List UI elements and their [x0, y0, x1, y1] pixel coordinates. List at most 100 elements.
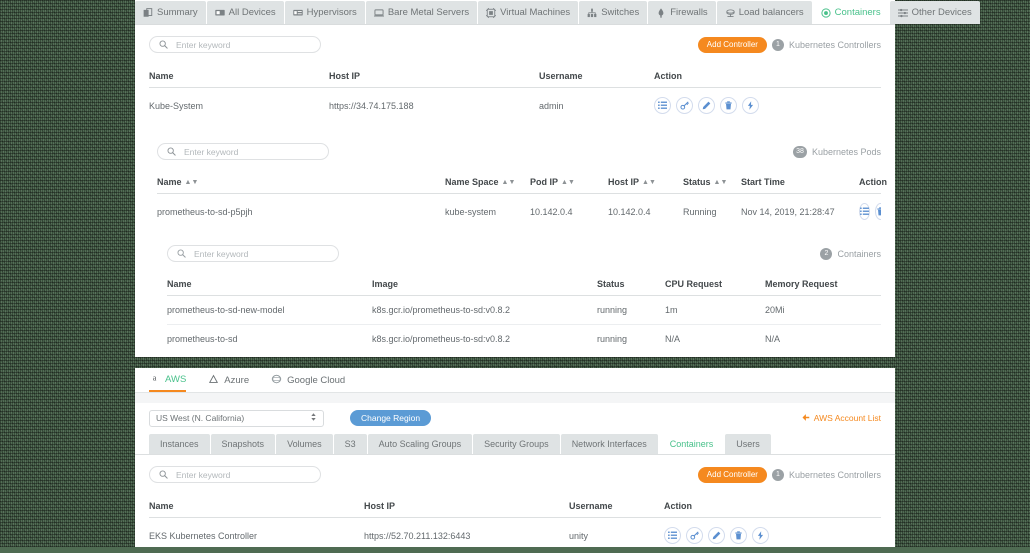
cell-status: Running — [683, 194, 741, 230]
region-select[interactable]: US West (N. California) — [149, 410, 324, 427]
list-action-button[interactable] — [859, 203, 870, 220]
delete-action-button[interactable] — [875, 203, 881, 220]
aws-tab-security-groups[interactable]: Security Groups — [473, 434, 560, 454]
nav-tab-label: Hypervisors — [307, 8, 357, 18]
nav-tab-load-balancers[interactable]: Load balancers — [717, 1, 812, 24]
search-icon — [167, 143, 176, 161]
column-header-label: Start Time — [741, 177, 785, 187]
list-icon — [860, 207, 869, 216]
aws-tab-s3[interactable]: S3 — [334, 434, 367, 454]
nav-tab-other-devices[interactable]: Other Devices — [890, 1, 980, 24]
change-region-button[interactable]: Change Region — [350, 410, 431, 427]
aws-account-list-link[interactable]: AWS Account List — [801, 413, 881, 424]
aws-resource-tabs[interactable]: InstancesSnapshotsVolumesS3 Auto Scaling … — [135, 433, 895, 455]
pods-searchbox[interactable] — [157, 143, 329, 160]
aws-controllers-searchbox[interactable] — [149, 466, 321, 483]
column-header-host-ip[interactable]: Host IP▲▼ — [608, 170, 683, 194]
aws-tab-label: Users — [736, 439, 760, 449]
nav-tab-all-devices[interactable]: All Devices — [207, 1, 284, 24]
nav-tab-hypervisors[interactable]: Hypervisors — [285, 1, 365, 24]
table-row: prometheus-to-sdk8s.gcr.io/prometheus-to… — [167, 325, 881, 354]
column-header-name: Name — [167, 272, 372, 296]
aws-tab-volumes[interactable]: Volumes — [276, 434, 333, 454]
cloud-tab-google-cloud[interactable]: Google Cloud — [271, 368, 345, 392]
aws-controllers-search-input[interactable] — [174, 469, 311, 481]
cell-cpu-request: N/A — [665, 325, 765, 354]
connect-action-button[interactable] — [742, 97, 759, 114]
arrow-left-icon — [801, 413, 810, 424]
connect-action-button[interactable] — [752, 527, 769, 544]
key-action-button[interactable] — [686, 527, 703, 544]
aws-tab-auto-scaling-groups[interactable]: Auto Scaling Groups — [368, 434, 473, 454]
nav-tab-label: Containers — [835, 8, 881, 18]
containers-searchbox[interactable] — [167, 245, 339, 262]
column-header-action: Action — [664, 494, 881, 518]
column-header-host-ip: Host IP — [329, 64, 539, 88]
pods-meta: 38 Kubernetes Pods — [793, 146, 881, 158]
nav-tab-bare-metal-servers[interactable]: Bare Metal Servers — [366, 1, 477, 24]
column-header-label: Image — [372, 279, 398, 289]
pods-search-input[interactable] — [182, 146, 319, 158]
nav-tab-summary[interactable]: Summary — [135, 1, 206, 24]
connect-icon — [746, 101, 755, 110]
aws-tab-instances[interactable]: Instances — [149, 434, 210, 454]
connect-icon — [756, 531, 765, 540]
column-header-name-space[interactable]: Name Space▲▼ — [445, 170, 530, 194]
cell-host-ip: https://52.70.211.132:6443 — [364, 518, 569, 553]
controllers-search-input[interactable] — [174, 39, 311, 51]
aws-tab-containers[interactable]: Containers — [659, 434, 725, 454]
controllers-searchbox[interactable] — [149, 36, 321, 53]
cloud-tab-azure[interactable]: Azure — [208, 368, 249, 392]
edit-action-button[interactable] — [708, 527, 725, 544]
search-icon — [177, 245, 186, 263]
nav-tab-virtual-machines[interactable]: Virtual Machines — [478, 1, 578, 24]
pods-count-label: Kubernetes Pods — [812, 147, 881, 157]
aws-controllers-count-label: Kubernetes Controllers — [789, 470, 881, 480]
aws-tab-label: Security Groups — [484, 439, 549, 449]
containers-count-label: Containers — [837, 249, 881, 259]
add-controller-button[interactable]: Add Controller — [698, 37, 767, 53]
cloud-tab-aws[interactable]: aAWS — [149, 368, 186, 392]
aws-add-controller-button[interactable]: Add Controller — [698, 467, 767, 483]
edit-action-button[interactable] — [698, 97, 715, 114]
aws-tab-snapshots[interactable]: Snapshots — [211, 434, 276, 454]
delete-action-button[interactable] — [730, 527, 747, 544]
column-header-cpu-request: CPU Request — [665, 272, 765, 296]
cell-host-ip: https://34.74.175.188 — [329, 88, 539, 124]
nav-tab-switches[interactable]: Switches — [579, 1, 647, 24]
nav-tab-firewalls[interactable]: Firewalls — [648, 1, 715, 24]
column-header-host-ip: Host IP — [364, 494, 569, 518]
column-header-label: CPU Request — [665, 279, 722, 289]
list-action-button[interactable] — [664, 527, 681, 544]
column-header-label: Status — [683, 177, 711, 187]
region-bar: US West (N. California) Change Region AW… — [135, 403, 895, 433]
switch-icon — [587, 8, 597, 18]
controllers-header-row: NameHost IPUsernameAction — [149, 64, 881, 88]
sort-arrow-icon: ▲▼ — [714, 179, 728, 186]
aws-tab-network-interfaces[interactable]: Network Interfaces — [561, 434, 658, 454]
nav-tab-label: Bare Metal Servers — [388, 8, 469, 18]
cloud-provider-tabs[interactable]: aAWS Azure Google Cloud — [135, 368, 895, 393]
aws-tab-label: Auto Scaling Groups — [379, 439, 462, 449]
aws-tab-users[interactable]: Users — [725, 434, 771, 454]
containers-section: 2 Containers NameImageStatusCPU RequestM… — [135, 245, 895, 353]
cell-username: admin — [539, 88, 654, 124]
column-header-name[interactable]: Name▲▼ — [157, 170, 445, 194]
key-icon — [690, 531, 699, 540]
list-action-button[interactable] — [654, 97, 671, 114]
column-header-status[interactable]: Status▲▼ — [683, 170, 741, 194]
column-header-label: Pod IP — [530, 177, 558, 187]
delete-action-button[interactable] — [720, 97, 737, 114]
cell-cpu-request: 1m — [665, 296, 765, 325]
aws-controllers-table: NameHost IPUsernameAction EKS Kubernetes… — [149, 494, 881, 553]
cell-memory-request: 20Mi — [765, 296, 881, 325]
containers-search-input[interactable] — [192, 248, 329, 260]
main-nav-tabs[interactable]: SummaryAll Devices Hypervisors Bare Metal … — [135, 0, 895, 25]
nav-tab-containers[interactable]: Containers — [813, 1, 889, 24]
key-action-button[interactable] — [676, 97, 693, 114]
table-row: Kube-Systemhttps://34.74.175.188admin — [149, 88, 881, 124]
column-header-pod-ip[interactable]: Pod IP▲▼ — [530, 170, 608, 194]
cell-name: Kube-System — [149, 88, 329, 124]
firewall-icon — [656, 8, 666, 18]
delete-icon — [876, 207, 881, 216]
